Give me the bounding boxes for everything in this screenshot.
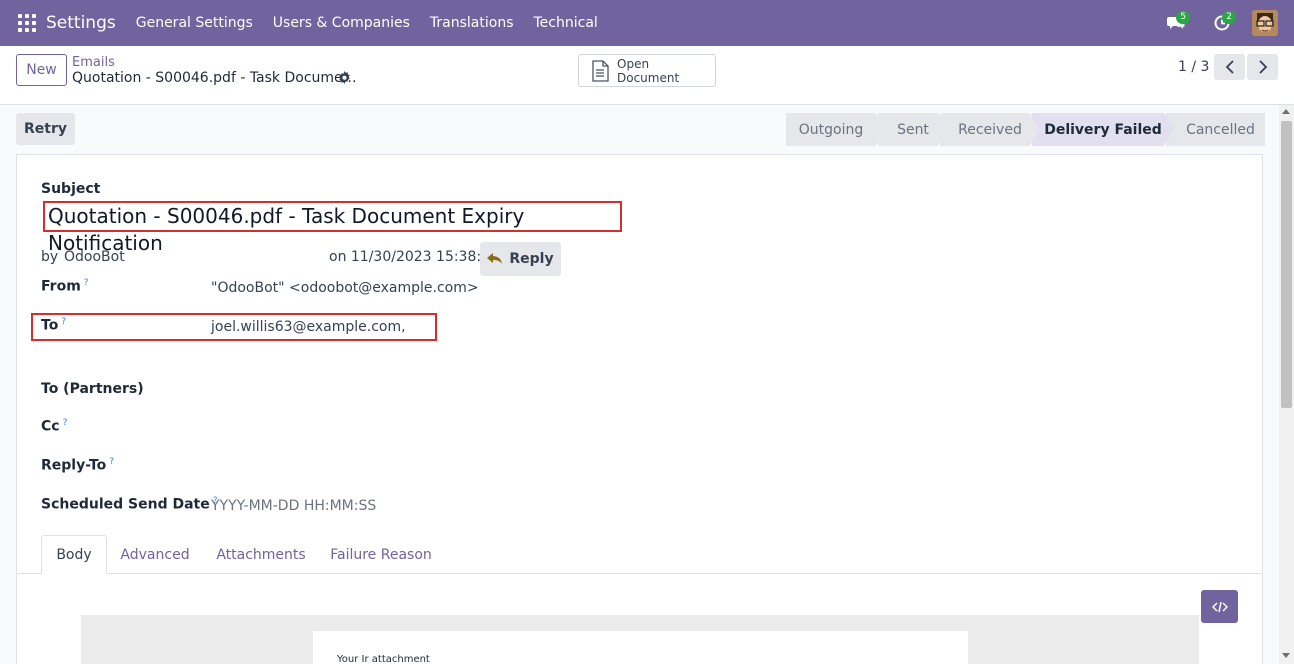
to-label: To? (41, 317, 67, 334)
tab-advanced[interactable]: Advanced (115, 535, 195, 574)
reply-to-label: Reply-To? (41, 457, 115, 474)
user-avatar[interactable] (1252, 10, 1278, 36)
retry-button[interactable]: Retry (16, 113, 75, 145)
app-name[interactable]: Settings (46, 13, 116, 33)
from-field[interactable]: "OdooBot" <odoobot@example.com> (211, 280, 479, 296)
subject-label: Subject (41, 181, 101, 197)
apps-menu-icon[interactable] (18, 14, 36, 32)
menu-technical[interactable]: Technical (534, 15, 598, 31)
scheduled-date-label: Scheduled Send Date? (41, 496, 218, 513)
pager-previous-button[interactable] (1214, 54, 1245, 80)
scroll-down-arrow-icon[interactable] (1282, 653, 1290, 658)
tab-body[interactable]: Body (41, 535, 107, 574)
menu-general-settings[interactable]: General Settings (136, 15, 253, 31)
top-navbar: Settings General Settings Users & Compan… (0, 0, 1294, 46)
chevron-left-icon (1225, 60, 1234, 74)
notebook-tabs: Body Advanced Attachments Failure Reason (17, 535, 1262, 574)
cc-label: Cc? (41, 418, 68, 435)
breadcrumb-emails[interactable]: Emails (72, 55, 115, 70)
scrollbar-thumb[interactable] (1281, 121, 1292, 408)
activities-count-badge: 2 (1222, 11, 1236, 24)
code-view-button[interactable] (1201, 590, 1238, 623)
reply-to-help-icon[interactable]: ? (109, 457, 114, 467)
control-panel: New Emails Quotation - S00046.pdf - Task… (0, 46, 1294, 105)
new-button[interactable]: New (16, 54, 67, 86)
author-name[interactable]: OdooBot (64, 249, 125, 265)
pager-next-button[interactable] (1247, 54, 1278, 80)
gear-icon[interactable] (338, 71, 351, 88)
subject-field[interactable]: Quotation - S00046.pdf - Task Document E… (43, 201, 622, 255)
tab-attachments[interactable]: Attachments (211, 535, 311, 574)
code-icon (1211, 601, 1228, 612)
page-scrollbar[interactable] (1279, 105, 1294, 664)
activities-button[interactable]: 2 (1206, 7, 1238, 39)
menu-users-companies[interactable]: Users & Companies (273, 15, 410, 31)
document-icon (592, 59, 609, 82)
stage-outgoing[interactable]: Outgoing (786, 113, 886, 146)
menu-translations[interactable]: Translations (430, 15, 514, 31)
tab-failure-reason[interactable]: Failure Reason (327, 535, 435, 574)
open-document-button[interactable]: Open Document (578, 54, 716, 87)
scheduled-date-input[interactable]: YYYY-MM-DD HH:MM:SS (211, 498, 376, 514)
status-bar: Outgoing Sent Received Delivery Failed C… (786, 113, 1267, 146)
avatar-face-icon (1252, 10, 1278, 36)
by-prefix: by (41, 249, 59, 265)
breadcrumb-current-record: Quotation - S00046.pdf - Task Docume… (72, 70, 357, 86)
messages-button[interactable]: 5 (1160, 7, 1192, 39)
form-sheet: Subject Quotation - S00046.pdf - Task Do… (16, 154, 1263, 664)
stage-sent[interactable]: Sent (878, 113, 948, 146)
cc-help-icon[interactable]: ? (63, 418, 68, 428)
to-field[interactable]: joel.willis63@example.com, (211, 319, 406, 335)
open-document-label: Open Document (617, 56, 680, 85)
from-label: From? (41, 278, 89, 295)
stage-received[interactable]: Received (940, 113, 1040, 146)
email-body-card[interactable]: Your Ir attachment (313, 631, 968, 664)
email-body-text: Your Ir attachment (337, 654, 430, 664)
from-help-icon[interactable]: ? (84, 278, 89, 288)
chevron-right-icon (1258, 60, 1267, 74)
reply-label: Reply (509, 251, 554, 267)
to-help-icon[interactable]: ? (61, 317, 66, 327)
message-date: on 11/30/2023 15:38:52 (329, 249, 499, 265)
pager-value[interactable]: 1 / 3 (1178, 59, 1209, 75)
reply-button[interactable]: Reply (480, 242, 561, 276)
status-row: Retry Outgoing Sent Received Delivery Fa… (0, 105, 1294, 154)
reply-icon (487, 253, 503, 264)
to-partners-label: To (Partners) (41, 381, 144, 397)
scroll-up-arrow-icon[interactable] (1282, 109, 1290, 114)
stage-delivery-failed[interactable]: Delivery Failed (1032, 113, 1174, 146)
stage-cancelled[interactable]: Cancelled (1166, 113, 1265, 146)
messages-count-badge: 5 (1176, 11, 1190, 24)
